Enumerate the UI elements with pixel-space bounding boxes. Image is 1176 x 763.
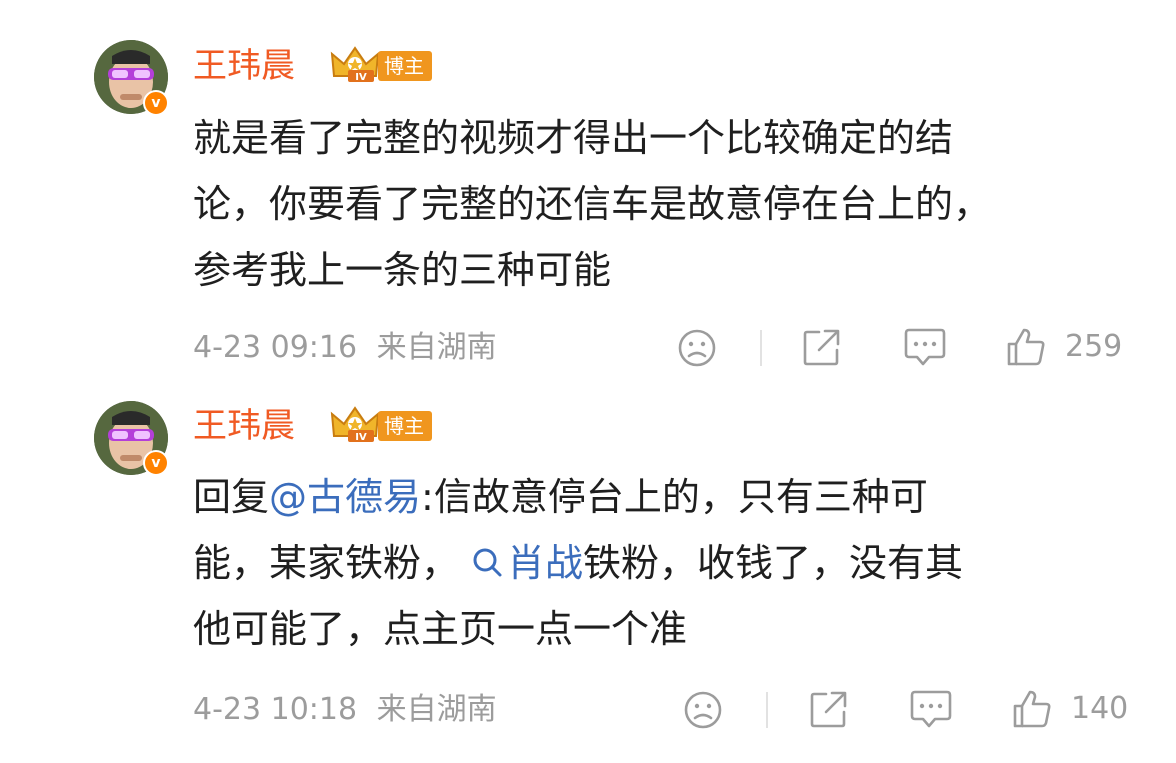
crown-iv-icon: IV (330, 406, 380, 443)
role-badge: 博主 (378, 51, 432, 81)
comment-text-line: 参考我上一条的三种可能 (193, 248, 612, 292)
like-count: 140 (1071, 691, 1129, 726)
comment-text-line: 能，某家铁粉， 肖战铁粉，收钱了，没有其 (193, 530, 1113, 596)
comment-text-fragment: 铁粉，收钱了，没有其 (583, 541, 964, 585)
topic-label: 肖战 (507, 541, 584, 585)
search-icon (473, 548, 502, 577)
like-count: 259 (1065, 329, 1123, 364)
like-button[interactable]: 259 (1005, 326, 1122, 368)
author-name[interactable]: 王玮晨 (193, 406, 295, 446)
dislike-button[interactable] (683, 690, 723, 730)
share-icon (803, 329, 840, 366)
action-divider (760, 330, 762, 366)
comment-button[interactable] (909, 688, 953, 730)
comment-item: v 王玮晨 IV 博主 回复@古德易:信故意停台上的，只有三种可 能，某家铁粉，… (0, 380, 1176, 763)
comment-text-fragment: :信故意停台上的，只有三种可 (421, 475, 928, 519)
share-icon (810, 691, 847, 728)
comment-text-line: 就是看了完整的视频才得出一个比较确定的结 (193, 116, 954, 160)
comment-item: v 王玮晨 IV 博主 就是看了完整的视频才得出一个比较确定的结 论，你要看了完… (0, 0, 1176, 380)
svg-text:IV: IV (355, 72, 367, 83)
comment-time: 4-23 09:16 (193, 330, 358, 365)
like-button[interactable]: 140 (1011, 688, 1128, 730)
comment-text-line: 论，你要看了完整的还信车是故意停在台上的， (193, 182, 992, 226)
thumbs-up-icon (1013, 690, 1051, 728)
comment-meta: 4-23 09:16 来自湖南 (193, 328, 497, 368)
comment-location: 来自湖南 (376, 692, 497, 727)
sad-face-icon (678, 329, 716, 367)
role-badge: 博主 (378, 411, 432, 441)
comment-meta: 4-23 10:18 来自湖南 (193, 690, 497, 730)
comment-text-line: 他可能了，点主页一点一个准 (193, 607, 688, 651)
topic-link[interactable]: 肖战 (459, 541, 583, 585)
comment-button[interactable] (903, 326, 947, 368)
share-button[interactable] (801, 326, 843, 368)
comment-text-line: 回复@古德易:信故意停台上的，只有三种可 (193, 464, 1113, 530)
comment-text-fragment: 能，某家铁粉， (193, 541, 460, 585)
reply-prefix: 回复 (193, 475, 270, 519)
action-divider (766, 692, 768, 728)
verified-v-icon: v (143, 450, 169, 476)
mention-link[interactable]: @古德易 (269, 475, 421, 519)
author-name[interactable]: 王玮晨 (193, 46, 295, 86)
comment-bubble-icon (910, 690, 952, 728)
crown-iv-icon: IV (330, 46, 380, 83)
comment-location: 来自湖南 (376, 330, 497, 365)
thumbs-up-icon (1007, 328, 1045, 366)
comment-time: 4-23 10:18 (193, 692, 358, 727)
share-button[interactable] (808, 688, 850, 730)
comment-text: 回复@古德易:信故意停台上的，只有三种可 能，某家铁粉， 肖战铁粉，收钱了，没有其… (193, 464, 1113, 662)
svg-text:IV: IV (355, 432, 367, 443)
comment-bubble-icon (904, 328, 946, 366)
dislike-button[interactable] (677, 328, 717, 368)
sad-face-icon (684, 691, 722, 729)
comment-text: 就是看了完整的视频才得出一个比较确定的结 论，你要看了完整的还信车是故意停在台上… (193, 105, 1113, 303)
verified-v-icon: v (143, 90, 169, 116)
